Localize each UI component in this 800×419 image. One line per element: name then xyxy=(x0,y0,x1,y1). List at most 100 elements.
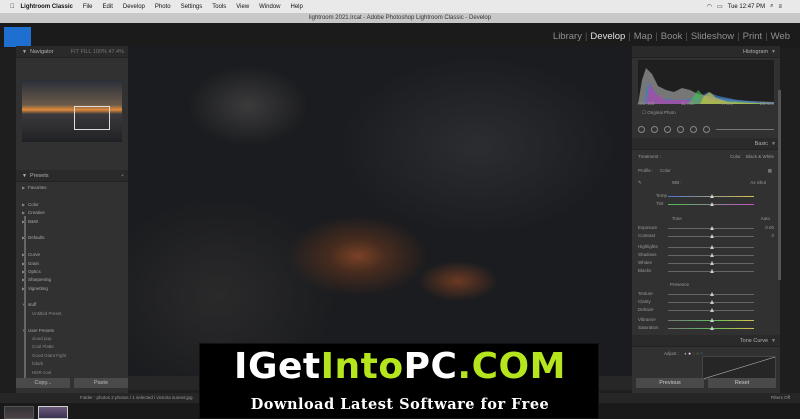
contrast-slider[interactable]: Contrast 0 xyxy=(638,233,774,240)
clock[interactable]: Tue 12:47 PM xyxy=(728,4,765,10)
blacks-slider[interactable]: Blacks xyxy=(638,268,774,275)
white-channel-icon[interactable]: ● xyxy=(688,351,691,356)
tint-slider[interactable]: Tint xyxy=(638,201,774,208)
collapse-triangle-icon: ▼ xyxy=(771,140,776,147)
navigator-view-box[interactable] xyxy=(74,106,110,130)
tone-curve-header[interactable]: Tone Curve ▼ xyxy=(632,335,780,347)
point-curve-icon[interactable]: ◐ xyxy=(684,351,687,356)
menu-help[interactable]: Help xyxy=(291,4,303,10)
copy-button[interactable]: Copy... xyxy=(16,378,70,388)
tone-auto-button[interactable]: Auto xyxy=(761,216,770,221)
shadows-slider[interactable]: Shadows xyxy=(638,252,774,259)
preset-spacer xyxy=(16,318,128,326)
module-print[interactable]: Print xyxy=(743,31,763,42)
profile-select[interactable]: Color xyxy=(660,168,671,173)
wifi-icon[interactable]: ◠ xyxy=(707,3,712,10)
app-menu[interactable]: Lightroom Classic xyxy=(21,4,73,10)
radial-filter-icon[interactable] xyxy=(690,125,697,133)
preset-group[interactable]: ▶Curve xyxy=(16,251,128,259)
tool-slider[interactable] xyxy=(716,128,774,130)
navigator-preview[interactable] xyxy=(22,80,122,142)
preset-group[interactable]: ▶Grain xyxy=(16,260,128,268)
profile-browser-icon[interactable]: ▦ xyxy=(768,168,772,174)
menu-list-icon[interactable]: ≡ xyxy=(778,4,782,10)
module-slideshow[interactable]: Slideshow xyxy=(691,31,734,42)
left-panel-scrollbar[interactable] xyxy=(24,216,26,386)
red-channel-icon[interactable]: ○ xyxy=(692,351,695,356)
preset-group[interactable]: ▶Sharpening xyxy=(16,276,128,284)
histogram-header[interactable]: Histogram ▼ xyxy=(632,46,780,58)
module-library[interactable]: Library xyxy=(553,31,582,42)
brush-tool-icon[interactable] xyxy=(703,125,710,133)
menu-edit[interactable]: Edit xyxy=(103,4,113,10)
presence-row: Presence xyxy=(638,282,774,289)
preset-item[interactable]: Untitled Preset xyxy=(16,310,128,318)
apple-menu-icon[interactable]:  xyxy=(10,4,15,10)
preset-item[interactable]: cloud pop xyxy=(16,335,128,343)
histogram[interactable] xyxy=(638,60,774,104)
saturation-slider[interactable]: Saturation xyxy=(638,325,774,332)
watermark-tagline: Download Latest Software for Free xyxy=(250,396,550,413)
filmstrip-info[interactable]: Folder : photos 2 photos / 1 selected / … xyxy=(80,395,193,400)
preset-item[interactable]: HDR cool xyxy=(16,369,128,377)
preset-group[interactable]: ▼stuff xyxy=(16,301,128,309)
exposure-slider[interactable]: Exposure 0.00 xyxy=(638,225,774,232)
preset-group[interactable]: ▶Optics xyxy=(16,268,128,276)
preset-group[interactable]: ▼User Presets xyxy=(16,327,128,335)
filmstrip-thumbnail[interactable] xyxy=(4,406,34,419)
preset-group[interactable]: ▶B&W xyxy=(16,218,128,226)
right-panel-scrollbar[interactable] xyxy=(778,90,781,280)
preset-item[interactable]: Cool Flatte xyxy=(16,343,128,351)
treatment-bw[interactable]: Black & White xyxy=(746,154,774,159)
filter-select[interactable]: Filters Off xyxy=(771,393,790,403)
vibrance-slider[interactable]: Vibrance xyxy=(638,317,774,324)
filmstrip-thumbnail[interactable] xyxy=(38,406,68,419)
preset-group[interactable]: ▶ Creative xyxy=(16,209,128,217)
photo-preview[interactable] xyxy=(128,46,632,376)
navigator-header[interactable]: ▼ Navigator FIT FILL 100% 47.4% xyxy=(16,46,128,58)
graduated-filter-icon[interactable] xyxy=(677,125,684,133)
preset-group[interactable]: ▶ Color xyxy=(16,201,128,209)
preset-group[interactable]: ▶Vignetting xyxy=(16,285,128,293)
basic-header[interactable]: Basic ▼ xyxy=(632,138,780,150)
treatment-color[interactable]: Color xyxy=(730,154,741,159)
eyedropper-icon[interactable]: ✎ xyxy=(638,180,642,186)
presets-header[interactable]: ▼ Presets + xyxy=(16,170,128,182)
preset-item[interactable]: Good Giant Fight xyxy=(16,352,128,360)
spot-removal-icon[interactable] xyxy=(651,125,658,133)
preset-item[interactable]: hdark xyxy=(16,360,128,368)
search-icon[interactable]: ⌕ xyxy=(770,3,773,10)
menu-file[interactable]: File xyxy=(83,4,93,10)
battery-icon[interactable]: ▭ xyxy=(717,3,723,10)
menu-window[interactable]: Window xyxy=(259,4,280,10)
module-book[interactable]: Book xyxy=(661,31,683,42)
clarity-slider[interactable]: Clarity xyxy=(638,299,774,306)
menu-tools[interactable]: Tools xyxy=(212,4,226,10)
dehaze-slider[interactable]: Dehaze xyxy=(638,307,774,314)
watermark-banner: IGetIntoPC.COM Download Latest Software … xyxy=(199,343,599,419)
reset-button[interactable]: Reset xyxy=(708,378,776,388)
crop-tool-icon[interactable] xyxy=(638,125,645,133)
add-preset-button[interactable]: + xyxy=(121,173,124,179)
wb-select[interactable]: As Shot xyxy=(750,180,766,185)
paste-button[interactable]: Paste xyxy=(74,378,128,388)
module-develop[interactable]: Develop xyxy=(590,31,625,42)
preset-group[interactable]: ▶Defaults xyxy=(16,234,128,242)
highlights-slider[interactable]: Highlights xyxy=(638,244,774,251)
preset-group[interactable]: ▶ Favorites xyxy=(16,184,128,192)
navigator-zoom-levels[interactable]: FIT FILL 100% 47.4% xyxy=(71,49,124,55)
menu-photo[interactable]: Photo xyxy=(155,4,171,10)
menu-develop[interactable]: Develop xyxy=(123,4,145,10)
module-map[interactable]: Map xyxy=(634,31,652,42)
module-web[interactable]: Web xyxy=(771,31,790,42)
red-eye-icon[interactable] xyxy=(664,125,671,133)
temp-slider[interactable]: Temp xyxy=(638,193,774,200)
menu-view[interactable]: View xyxy=(236,4,249,10)
tone-curve-graph[interactable] xyxy=(702,356,776,380)
menu-settings[interactable]: Settings xyxy=(181,4,203,10)
texture-slider[interactable]: Texture xyxy=(638,291,774,298)
original-photo-toggle[interactable]: ☐ Original Photo xyxy=(642,110,676,116)
green-channel-icon[interactable]: ○ xyxy=(696,351,699,356)
previous-button[interactable]: Previous xyxy=(636,378,704,388)
whites-slider[interactable]: Whites xyxy=(638,260,774,267)
